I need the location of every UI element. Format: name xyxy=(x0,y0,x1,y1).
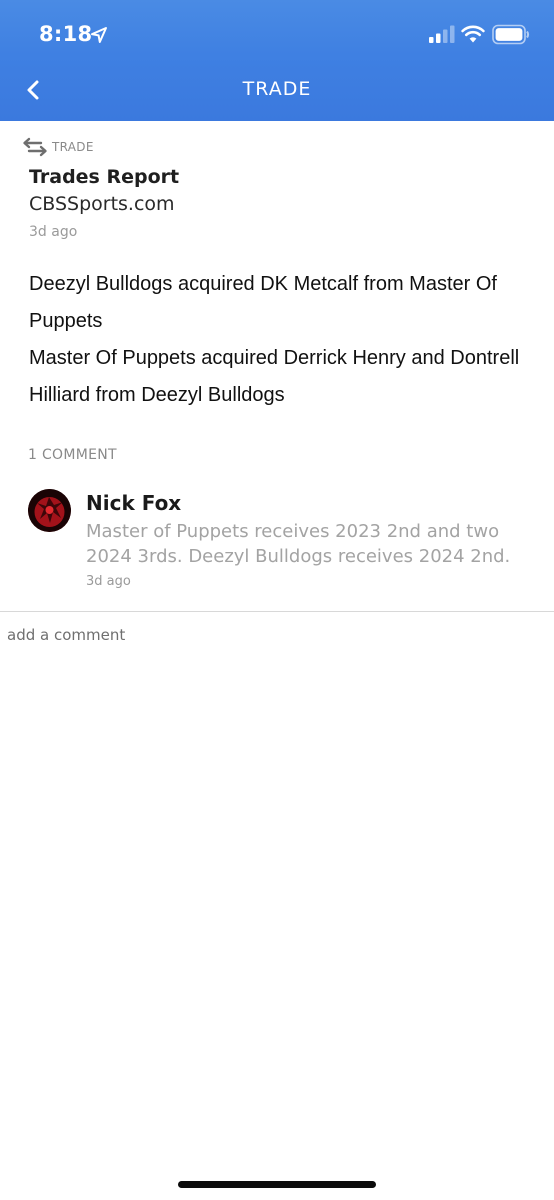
comment-count: 1 COMMENT xyxy=(28,447,117,463)
post-title: Trades Report xyxy=(29,166,180,188)
comment-timestamp: 3d ago xyxy=(86,574,131,589)
post-timestamp: 3d ago xyxy=(29,224,78,240)
location-arrow-icon xyxy=(91,27,107,43)
wifi-icon xyxy=(461,25,485,43)
avatar[interactable] xyxy=(28,489,71,532)
post-body-line: Deezyl Bulldogs acquired DK Metcalf from… xyxy=(29,273,497,332)
post-body: Deezyl Bulldogs acquired DK Metcalf from… xyxy=(29,266,529,414)
trade-tag-label: TRADE xyxy=(52,140,94,154)
add-comment-input[interactable] xyxy=(0,620,554,650)
cellular-signal-icon xyxy=(429,25,455,43)
post-source: CBSSports.com xyxy=(29,193,175,215)
app-header: 8:18 TRADE xyxy=(0,0,554,121)
status-time: 8:18 xyxy=(39,22,93,46)
home-indicator[interactable] xyxy=(178,1181,376,1188)
battery-icon xyxy=(492,24,530,45)
trade-tag: TRADE xyxy=(22,137,94,157)
comment-text: Master of Puppets receives 2023 2nd and … xyxy=(86,521,511,567)
swap-arrows-icon xyxy=(23,137,47,157)
post-body-line: Master Of Puppets acquired Derrick Henry… xyxy=(29,347,520,406)
comment-author[interactable]: Nick Fox xyxy=(86,491,181,515)
divider xyxy=(0,611,554,612)
status-bar: 8:18 xyxy=(0,0,554,70)
avatar-image xyxy=(28,489,71,532)
page-title: TRADE xyxy=(242,78,312,100)
